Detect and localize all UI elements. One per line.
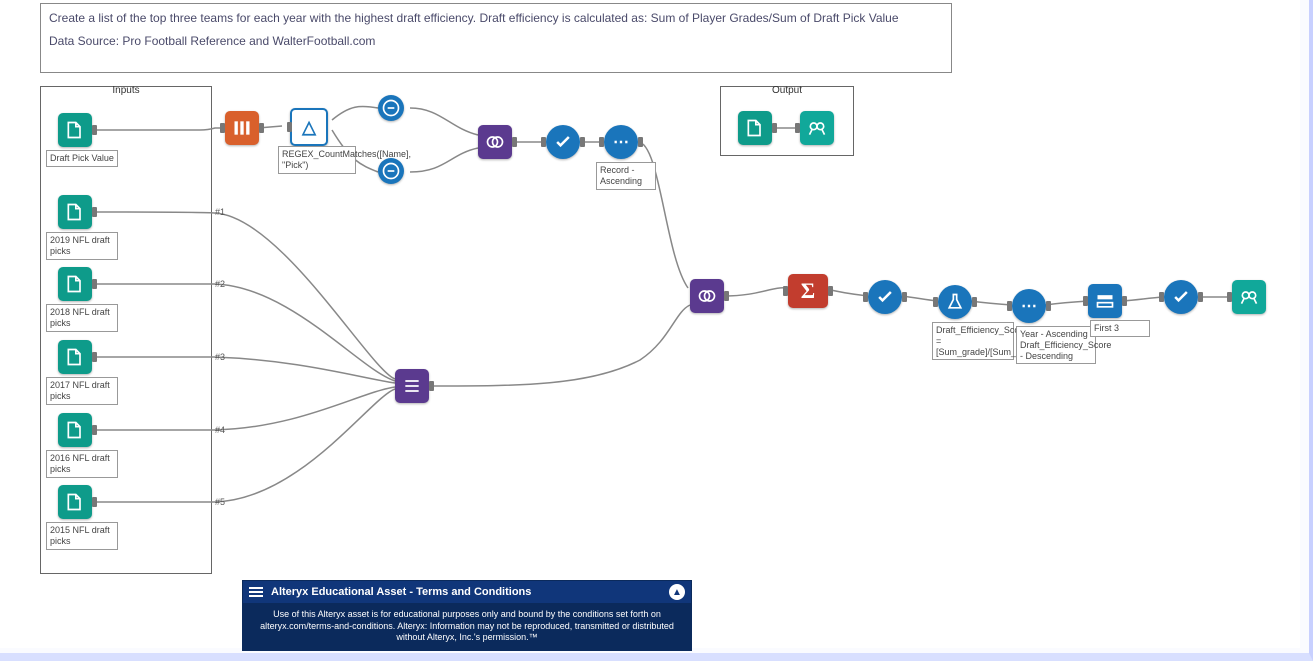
input-data-tool-4[interactable] <box>58 413 92 447</box>
output-browse-tool[interactable] <box>800 111 834 145</box>
chevron-up-icon: ▲ <box>672 587 682 598</box>
input-data-tool-0[interactable] <box>58 113 92 147</box>
select-check-tool-2[interactable] <box>868 280 902 314</box>
select-check-tool-1[interactable] <box>546 125 580 159</box>
inputs-container-title: Inputs <box>41 85 211 96</box>
input-4-label: 2016 NFL draft picks <box>46 450 118 478</box>
sample-tool[interactable] <box>1088 284 1122 318</box>
output-container-title: Output <box>721 85 853 96</box>
input-data-tool-3[interactable] <box>58 340 92 374</box>
header-comment[interactable]: Create a list of the top three teams for… <box>40 3 952 73</box>
formula-delta-icon: △ <box>302 117 316 138</box>
select-check-tool-3[interactable] <box>1164 280 1198 314</box>
join-tool-2[interactable] <box>690 279 724 313</box>
footer-title: Alteryx Educational Asset - Terms and Co… <box>271 586 531 598</box>
sort-tool-2[interactable]: ⋯ <box>1012 289 1046 323</box>
text-to-columns-tool[interactable] <box>225 111 259 145</box>
select-tool-top[interactable] <box>378 95 404 121</box>
summarize-tool[interactable]: Σ <box>788 274 828 308</box>
comment-line1: Create a list of the top three teams for… <box>49 10 943 27</box>
recordid-annotation: Record - Ascending <box>596 162 656 190</box>
sort-icon: ⋯ <box>1021 296 1037 316</box>
output-input-tool[interactable] <box>738 111 772 145</box>
browse-tool-final[interactable] <box>1232 280 1266 314</box>
flask-annotation: Draft_Efficiency_Score = [Sum_grade]/[Su… <box>932 322 1014 360</box>
input-0-label: Draft Pick Value <box>46 150 118 167</box>
select-tool-bottom[interactable] <box>378 158 404 184</box>
port-label-5: #5 <box>215 497 225 507</box>
input-5-label: 2015 NFL draft picks <box>46 522 118 550</box>
formula-tool[interactable]: △ <box>290 108 328 146</box>
formula-annotation: REGEX_CountMatches([Name], "Pick") <box>278 146 356 174</box>
union-tool[interactable] <box>395 369 429 403</box>
sigma-icon: Σ <box>801 278 815 304</box>
input-data-tool-5[interactable] <box>58 485 92 519</box>
input-2-label: 2018 NFL draft picks <box>46 304 118 332</box>
port-label-4: #4 <box>215 425 225 435</box>
port-label-2: #2 <box>215 279 225 289</box>
join-tool-1[interactable] <box>478 125 512 159</box>
input-data-tool-1[interactable] <box>58 195 92 229</box>
record-id-icon: ⋯ <box>613 132 629 152</box>
port-label-3: #3 <box>215 352 225 362</box>
terms-footer[interactable]: Alteryx Educational Asset - Terms and Co… <box>242 580 692 651</box>
menu-icon[interactable] <box>249 587 263 597</box>
sample-annotation: First 3 <box>1090 320 1150 337</box>
input-data-tool-2[interactable] <box>58 267 92 301</box>
record-id-tool[interactable]: ⋯ <box>604 125 638 159</box>
port-label-1: #1 <box>215 207 225 217</box>
formula-flask-tool[interactable] <box>938 285 972 319</box>
collapse-button[interactable]: ▲ <box>669 584 685 600</box>
sort2-annotation: Year - Ascending Draft_Efficiency_Score … <box>1016 326 1096 364</box>
footer-body: Use of this Alteryx asset is for educati… <box>243 603 691 650</box>
comment-line2: Data Source: Pro Football Reference and … <box>49 33 943 50</box>
input-3-label: 2017 NFL draft picks <box>46 377 118 405</box>
workflow-canvas[interactable]: Create a list of the top three teams for… <box>0 0 1300 648</box>
input-1-label: 2019 NFL draft picks <box>46 232 118 260</box>
